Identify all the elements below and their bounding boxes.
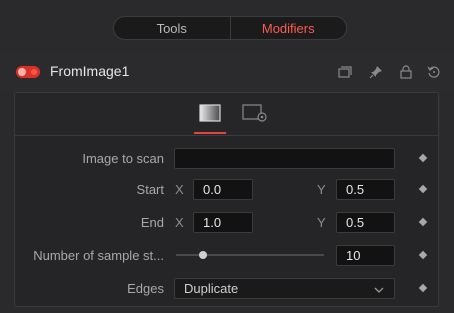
toggle-indicator	[31, 69, 37, 75]
edges-dropdown-value: Duplicate	[184, 281, 239, 296]
chevron-down-icon	[374, 281, 384, 296]
reset-icon[interactable]	[426, 64, 442, 80]
start-y-label: Y	[317, 182, 326, 197]
tool-enable-toggle[interactable]	[16, 66, 40, 78]
active-subtab-indicator	[194, 132, 226, 134]
tool-name: FromImage1	[50, 63, 130, 79]
controls-tab-icon[interactable]	[199, 104, 221, 122]
tab-tools[interactable]: Tools	[114, 17, 230, 39]
start-label: Start	[136, 182, 164, 197]
tool-modifier-tabs: Tools Modifiers	[113, 16, 347, 40]
versions-icon[interactable]	[337, 64, 353, 80]
pin-icon[interactable]	[368, 64, 384, 80]
tab-modifiers[interactable]: Modifiers	[229, 17, 346, 39]
end-label: End	[140, 215, 164, 230]
start-y-input[interactable]: 0.5	[336, 179, 395, 200]
sample-steps-label: Number of sample st...	[33, 248, 164, 263]
lock-icon[interactable]	[398, 64, 414, 80]
end-y-label: Y	[317, 215, 326, 230]
sample-steps-input[interactable]: 10	[336, 245, 395, 266]
sample-steps-slider-knob[interactable]	[199, 251, 207, 259]
end-y-input[interactable]: 0.5	[336, 212, 395, 233]
image-to-scan-field[interactable]	[174, 148, 395, 169]
edges-label: Edges	[127, 281, 164, 296]
settings-tab-icon[interactable]	[242, 104, 267, 122]
edges-dropdown[interactable]: Duplicate	[174, 278, 395, 299]
subtabs-bar	[15, 93, 438, 136]
start-x-label: X	[175, 182, 184, 197]
image-to-scan-label: Image to scan	[82, 151, 164, 166]
end-x-label: X	[175, 215, 184, 230]
toggle-knob	[18, 68, 26, 76]
start-x-input[interactable]: 0.0	[193, 179, 253, 200]
end-x-input[interactable]: 1.0	[193, 212, 253, 233]
